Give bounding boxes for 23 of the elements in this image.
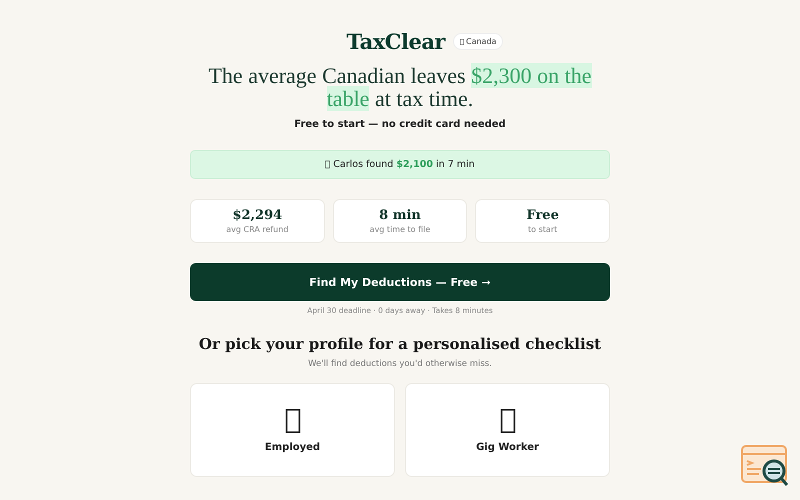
profile-card[interactable]: Gig Worker <box>405 383 610 477</box>
glyph-icon <box>500 408 516 434</box>
glyph-icon <box>325 160 330 169</box>
glyph-icon <box>460 38 464 46</box>
section-subtitle: We'll find deductions you'd otherwise miss. <box>308 359 492 369</box>
headline: The average Canadian leaves $2,300 on the table at tax time. <box>207 64 593 110</box>
brand-logo: TaxClear <box>346 29 445 54</box>
profile-card[interactable]: Employed <box>190 383 395 477</box>
glyph-icon <box>284 408 300 434</box>
stat-label: to start <box>528 225 558 234</box>
section-title: Or pick your profile for a personalised checklist <box>198 335 602 353</box>
country-label: Canada <box>466 37 496 46</box>
stat-value: 8 min <box>379 208 421 223</box>
stat-label: avg time to file <box>370 225 430 234</box>
stat-value: Free <box>526 208 559 223</box>
tagline: Free to start — no credit card needed <box>294 119 506 130</box>
find-deductions-button[interactable]: Find My Deductions — Free ➞ <box>190 263 610 301</box>
browser-magnifier-icon[interactable] <box>741 445 789 487</box>
stat-label: avg CRA refund <box>226 225 288 234</box>
profile-label: Gig Worker <box>476 442 539 452</box>
profile-label: Employed <box>264 442 320 452</box>
stat-value: $2,294 <box>232 208 282 223</box>
proof-text: Carlos found $2,100 in 7 min <box>333 159 475 170</box>
